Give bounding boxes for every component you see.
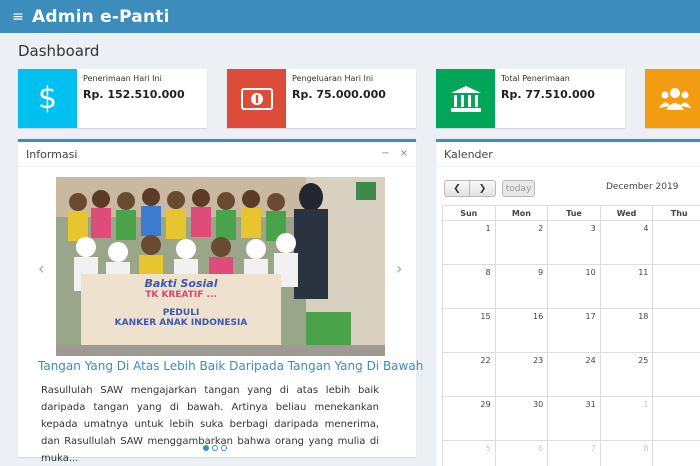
calendar-day-cell[interactable] [652, 440, 700, 466]
calendar-day-cell[interactable]: 17 [547, 308, 601, 353]
kalender-box-header: Kalender [436, 142, 700, 167]
carousel-indicators [203, 445, 227, 451]
calendar-day-cell[interactable]: 29 [442, 396, 496, 441]
calendar-week-row: 1 2 3 4 [442, 220, 700, 265]
calendar-day-cell[interactable] [652, 220, 700, 265]
calendar-toolbar: ❮ ❯ today [444, 180, 535, 197]
stat-label: Pengeluaran Hari Ini [292, 74, 374, 83]
carousel-next-icon[interactable]: › [396, 259, 402, 278]
calendar-day-cell[interactable]: 4 [599, 220, 654, 265]
calendar-day-cell[interactable]: 31 [547, 396, 601, 441]
calendar-day-cell[interactable]: 23 [494, 352, 549, 397]
calendar-day-cell[interactable]: 25 [599, 352, 654, 397]
banner-line-2: TK KREATIF ... [145, 290, 217, 300]
calendar-day-cell[interactable]: 22 [442, 352, 496, 397]
calendar-day-cell[interactable]: 2 [494, 220, 549, 265]
stat-label: Total Penerimaan [501, 74, 570, 83]
calendar-week-row: 22 23 24 25 [442, 352, 700, 397]
calendar-day-cell[interactable]: 30 [494, 396, 549, 441]
stat-value: Rp. 152.510.000 [83, 88, 185, 101]
calendar-day-cell[interactable]: 9 [494, 264, 549, 309]
carousel-dot[interactable] [203, 445, 209, 451]
stat-box-pengeluaran-hari-ini: Pengeluaran Hari Ini Rp. 75.000.000 [227, 69, 416, 128]
news-headline-link[interactable]: Tangan Yang Di Atas Lebih Baik Daripada … [38, 359, 423, 373]
calendar-day-cell[interactable]: 18 [599, 308, 654, 353]
chevron-right-icon: ❯ [478, 183, 487, 194]
calendar-week-row: 5 6 7 8 [442, 440, 700, 466]
calendar-month-title: December 2019 [606, 182, 679, 192]
news-excerpt: Rasullulah SAW mengajarkan tangan yang d… [41, 385, 379, 464]
stat-box-users [645, 69, 700, 128]
informasi-box: Informasi − × ‹ Bakti Sosial TK KREATIF … [18, 139, 423, 464]
banner-line-1: Bakti Sosial [144, 277, 218, 290]
app-title[interactable]: Admin e-Panti [32, 7, 170, 27]
news-slide-image[interactable]: Bakti Sosial TK KREATIF ... PEDULI KANKE… [56, 177, 385, 356]
calendar-day-cell[interactable] [652, 396, 700, 441]
carousel-dot[interactable] [221, 445, 227, 451]
page-title: Dashboard [18, 42, 100, 60]
calendar-week-row: 8 9 10 11 [442, 264, 700, 309]
stat-box-total-penerimaan: Total Penerimaan Rp. 77.510.000 [436, 69, 625, 128]
money-icon [227, 69, 286, 128]
calendar-day-cell[interactable]: 15 [442, 308, 496, 353]
kalender-box: Kalender ❮ ❯ today December 2019 Sun Mon… [436, 139, 700, 466]
weekday-label: Wed [599, 205, 654, 221]
dollar-icon: $ [18, 69, 77, 128]
calendar-day-cell[interactable]: 16 [494, 308, 549, 353]
stat-value: Rp. 77.510.000 [501, 88, 595, 101]
calendar-day-cell[interactable]: 1 [599, 396, 654, 441]
informasi-box-header: Informasi − × [18, 142, 416, 167]
carousel-prev-icon[interactable]: ‹ [38, 259, 44, 278]
chevron-left-icon: ❮ [453, 183, 461, 194]
box-title: Kalender [444, 147, 493, 161]
calendar-day-cell[interactable] [652, 352, 700, 397]
weekday-header-row: Sun Mon Tue Wed Thu [442, 205, 700, 221]
calendar-day-cell[interactable] [652, 308, 700, 353]
calendar-grid: Sun Mon Tue Wed Thu 1 2 3 4 8 9 10 11 15… [442, 205, 700, 466]
bank-icon [436, 69, 495, 128]
calendar-day-cell[interactable] [652, 264, 700, 309]
stat-box-penerimaan-hari-ini: $ Penerimaan Hari Ini Rp. 152.510.000 [18, 69, 207, 128]
banner-line-3: PEDULI [162, 308, 200, 318]
calendar-week-row: 29 30 31 1 [442, 396, 700, 441]
calendar-day-cell[interactable]: 6 [494, 440, 549, 466]
calendar-day-cell[interactable]: 1 [442, 220, 496, 265]
calendar-day-cell[interactable]: 11 [599, 264, 654, 309]
calendar-prev-button[interactable]: ❮ [444, 180, 470, 197]
weekday-label: Sun [442, 205, 496, 221]
weekday-label: Mon [494, 205, 549, 221]
carousel-dot[interactable] [212, 445, 218, 451]
top-navbar: ≡ Admin e-Panti [0, 0, 700, 33]
calendar-day-cell[interactable]: 24 [547, 352, 601, 397]
calendar-day-cell[interactable]: 7 [547, 440, 601, 466]
stat-label: Penerimaan Hari Ini [83, 74, 162, 83]
weekday-label: Thu [652, 205, 700, 221]
weekday-label: Tue [547, 205, 601, 221]
box-title: Informasi [26, 147, 78, 161]
calendar-day-cell[interactable]: 8 [442, 264, 496, 309]
users-icon [645, 69, 700, 128]
calendar-day-cell[interactable]: 3 [547, 220, 601, 265]
banner-line-4: KANKER ANAK INDONESIA [114, 318, 248, 328]
stat-value: Rp. 75.000.000 [292, 88, 386, 101]
calendar-day-cell[interactable]: 5 [442, 440, 496, 466]
calendar-day-cell[interactable]: 8 [599, 440, 654, 466]
collapse-icon[interactable]: − [381, 148, 389, 159]
news-carousel: ‹ Bakti Sosial TK KREATIF ... PEDULI KAN… [38, 177, 408, 357]
calendar-today-button[interactable]: today [502, 180, 535, 197]
calendar-day-cell[interactable]: 10 [547, 264, 601, 309]
calendar-next-button[interactable]: ❯ [470, 180, 496, 197]
calendar-week-row: 15 16 17 18 [442, 308, 700, 353]
close-icon[interactable]: × [400, 148, 408, 159]
hamburger-menu-icon[interactable]: ≡ [4, 9, 32, 25]
